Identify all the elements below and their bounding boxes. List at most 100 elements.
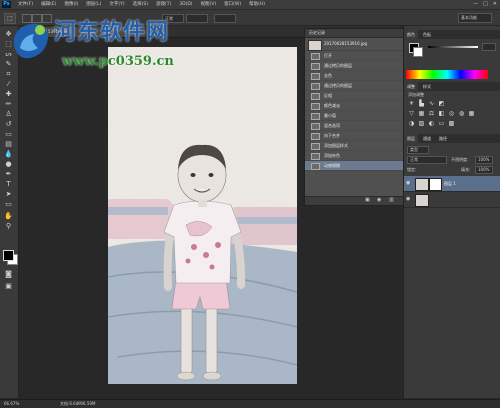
adjustment-icons: ☀ ▙ ∿ ◩ ▽ ▦ ⚖ ◧ ◎ ◍ ▦ ◑ ▨ ◐ ▭ ▩ — [408, 100, 478, 127]
minimize-button[interactable]: — — [473, 0, 478, 9]
levels-icon[interactable]: ▙ — [418, 100, 425, 107]
menu-filter[interactable]: 滤镜(T) — [156, 0, 171, 9]
workspace-select[interactable]: 基本功能 — [458, 13, 492, 23]
opacity-field[interactable]: 100% — [475, 156, 493, 164]
history-step-icon — [311, 83, 320, 90]
history-step-selected[interactable]: 动感模糊 — [305, 161, 403, 171]
quick-mask-icon[interactable]: ◙ — [3, 270, 14, 278]
tab-channels[interactable]: 通道 — [420, 134, 434, 143]
vibrance-icon[interactable]: ▽ — [408, 110, 415, 117]
pen-tool-icon[interactable]: ✒ — [3, 170, 14, 178]
history-step[interactable]: 添加图层样式 — [305, 141, 403, 151]
tab-color[interactable]: 颜色 — [404, 30, 418, 39]
history-footer: ▣ ◉ ▥ — [305, 196, 403, 205]
gradient-map-icon[interactable]: ▭ — [438, 120, 445, 127]
maximize-button[interactable]: □ — [483, 0, 488, 9]
history-brush-tool-icon[interactable]: ↺ — [3, 120, 14, 128]
layer-thumbnail — [415, 194, 429, 207]
exposure-icon[interactable]: ◩ — [438, 100, 445, 107]
menu-view[interactable]: 视图(V) — [201, 0, 217, 9]
eye-icon[interactable]: ◉ — [406, 196, 410, 202]
menu-edit[interactable]: 编辑(E) — [41, 0, 56, 9]
history-step[interactable]: 去色 — [305, 71, 403, 81]
menu-layer[interactable]: 图层(L) — [86, 0, 101, 9]
history-step[interactable]: 添加杂色 — [305, 151, 403, 161]
snapshot-label: 20170628153916.jpg — [324, 41, 368, 46]
tab-adjustments[interactable]: 调整 — [404, 82, 418, 91]
path-select-tool-icon[interactable]: ➤ — [3, 190, 14, 198]
color-lookup-icon[interactable]: ▦ — [468, 110, 475, 117]
color-value-field[interactable] — [482, 43, 496, 51]
document-canvas-image[interactable] — [108, 47, 297, 384]
layer-row-selected[interactable]: ◉ 图层 1 — [404, 176, 500, 192]
history-panel-title[interactable]: 历史记录 — [305, 29, 403, 38]
stamp-tool-icon[interactable]: ♙ — [3, 110, 14, 118]
photo-filter-icon[interactable]: ◎ — [448, 110, 455, 117]
color-background-swatch[interactable] — [413, 47, 423, 57]
color-spectrum[interactable] — [406, 70, 488, 79]
curves-icon[interactable]: ∿ — [428, 100, 435, 107]
new-document-from-state-icon[interactable]: ▣ — [365, 198, 370, 203]
watermark: 河东软件网 www.pc0359.cn — [0, 14, 230, 84]
menu-file[interactable]: 文件(F) — [18, 0, 33, 9]
screen-mode-icon[interactable]: ▣ — [3, 282, 14, 290]
tab-swatches[interactable]: 色板 — [420, 30, 434, 39]
adjust-subtitle: 添加调整 — [408, 92, 424, 97]
history-step[interactable]: 向下合并 — [305, 131, 403, 141]
trash-icon[interactable]: ▥ — [389, 198, 394, 203]
history-step-icon — [311, 123, 320, 130]
history-step[interactable]: 通过拷贝的图层 — [305, 61, 403, 71]
threshold-icon[interactable]: ◐ — [428, 120, 435, 127]
black-white-icon[interactable]: ◧ — [438, 110, 445, 117]
hand-tool-icon[interactable]: ✋ — [3, 212, 14, 220]
menu-type[interactable]: 文字(Y) — [109, 0, 124, 9]
channel-mixer-icon[interactable]: ◍ — [458, 110, 465, 117]
history-step[interactable]: 混合选项 — [305, 121, 403, 131]
layer-filter-select[interactable]: 类型 — [407, 146, 429, 154]
posterize-icon[interactable]: ▨ — [418, 120, 425, 127]
blur-tool-icon[interactable]: 💧 — [3, 150, 14, 158]
history-step[interactable]: 颜色减淡 — [305, 101, 403, 111]
photoshop-logo: Ps — [2, 1, 11, 8]
menu-select[interactable]: 选择(S) — [133, 0, 148, 9]
color-balance-icon[interactable]: ⚖ — [428, 110, 435, 117]
close-button[interactable]: ✕ — [493, 0, 497, 9]
tab-styles[interactable]: 样式 — [420, 82, 434, 91]
tab-paths[interactable]: 路径 — [436, 134, 450, 143]
invert-icon[interactable]: ◑ — [408, 120, 415, 127]
eraser-tool-icon[interactable]: ▭ — [3, 130, 14, 138]
dodge-tool-icon[interactable]: ● — [3, 160, 14, 168]
menu-help[interactable]: 帮助(H) — [249, 0, 265, 9]
brush-tool-icon[interactable]: ✏ — [3, 100, 14, 108]
menu-image[interactable]: 图像(I) — [64, 0, 78, 9]
blend-mode-select[interactable]: 正常 — [407, 156, 447, 164]
menu-3d[interactable]: 3D(D) — [179, 0, 192, 9]
eye-icon[interactable]: ◉ — [406, 180, 410, 186]
tab-layers[interactable]: 图层 — [404, 134, 418, 143]
history-step-icon — [311, 133, 320, 140]
selective-color-icon[interactable]: ▩ — [448, 120, 455, 127]
history-snapshot[interactable]: 20170628153916.jpg — [305, 38, 403, 51]
history-step-icon — [311, 53, 320, 60]
gradient-tool-icon[interactable]: ▤ — [3, 140, 14, 148]
color-slider[interactable] — [428, 46, 478, 48]
history-step[interactable]: 反相 — [305, 91, 403, 101]
shape-tool-icon[interactable]: ▭ — [3, 200, 14, 208]
camera-snapshot-icon[interactable]: ◉ — [377, 198, 382, 203]
history-step[interactable]: 打开 — [305, 51, 403, 61]
brightness-icon[interactable]: ☀ — [408, 100, 415, 107]
layer-mask-thumbnail — [429, 178, 442, 191]
history-step[interactable]: 最小值 — [305, 111, 403, 121]
layer-row[interactable]: ◉ — [404, 192, 500, 208]
text-tool-icon[interactable]: T — [3, 180, 14, 188]
healing-tool-icon[interactable]: ✚ — [3, 90, 14, 98]
zoom-tool-icon[interactable]: ⚲ — [3, 222, 14, 230]
hue-saturation-icon[interactable]: ▦ — [418, 110, 425, 117]
layer-thumbnail — [415, 178, 429, 191]
history-step-icon — [311, 93, 320, 100]
fill-field[interactable]: 100% — [475, 166, 493, 174]
menu-window[interactable]: 窗口(W) — [224, 0, 241, 9]
foreground-color-swatch[interactable] — [3, 250, 14, 261]
history-step-icon — [311, 113, 320, 120]
history-step[interactable]: 通过拷贝的图层 — [305, 81, 403, 91]
